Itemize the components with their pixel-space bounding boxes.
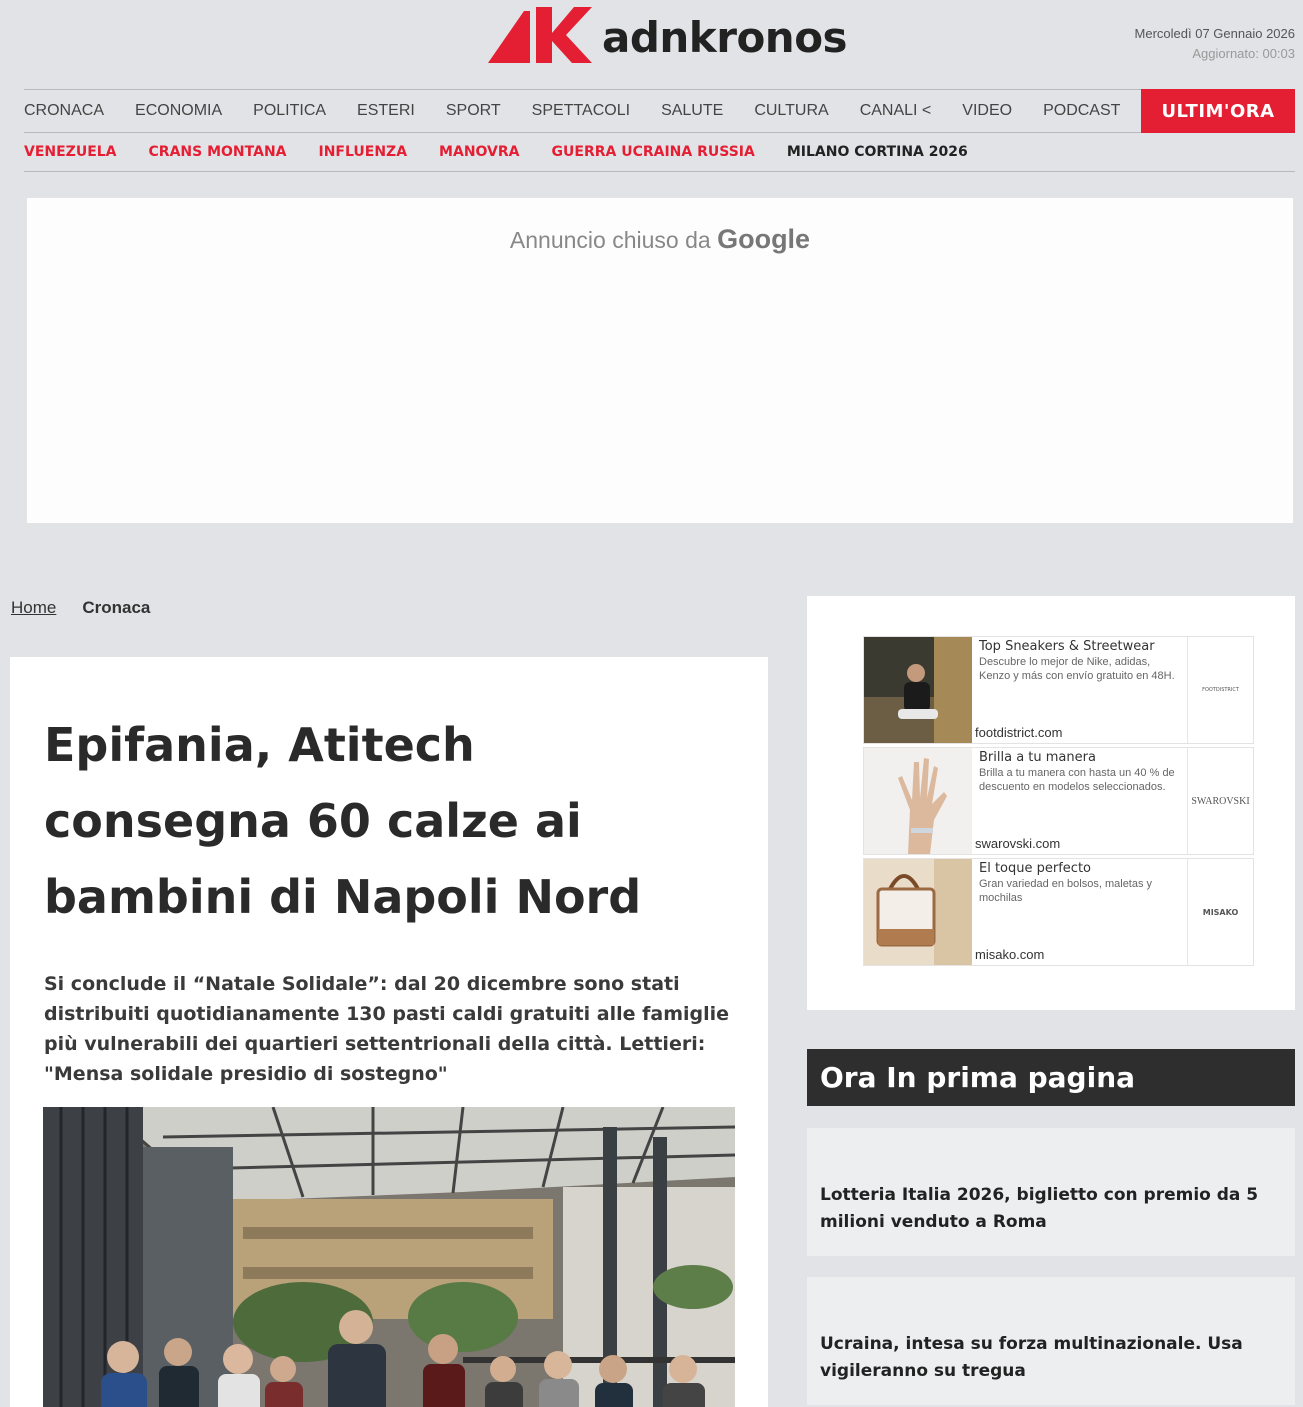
ad-banner-top: Annuncio chiuso da Google bbox=[26, 197, 1294, 524]
ad-brand-logo: FOOTDISTRICT bbox=[1187, 637, 1253, 743]
sponsored-ad-unit: Top Sneakers & Streetwear Descubre lo me… bbox=[863, 636, 1254, 966]
nav-item-politica[interactable]: POLITICA bbox=[253, 102, 326, 120]
nav-item-cronaca[interactable]: CRONACA bbox=[24, 102, 104, 120]
prima-pagina-item[interactable]: Ucraina, intesa su forza multinazionale.… bbox=[807, 1277, 1295, 1405]
current-date: Mercoledì 07 Gennaio 2026 bbox=[1134, 26, 1295, 41]
ad-brand-label: SWAROVSKI bbox=[1191, 795, 1250, 807]
sidebar-ad: Top Sneakers & Streetwear Descubre lo me… bbox=[807, 596, 1295, 1010]
topic-crans-montana[interactable]: CRANS MONTANA bbox=[149, 144, 287, 160]
article-card: Epifania, Atitech consegna 60 calze ai b… bbox=[10, 657, 768, 1407]
last-updated: Aggiornato: 00:03 bbox=[1192, 46, 1295, 61]
nav-item-salute[interactable]: SALUTE bbox=[661, 102, 723, 120]
prima-pagina-heading: Ora In prima pagina bbox=[807, 1049, 1295, 1106]
breadcrumb-current: Cronaca bbox=[82, 598, 151, 617]
article-photo-illustration bbox=[43, 1107, 735, 1407]
breadcrumb: Home Cronaca bbox=[11, 598, 150, 618]
ad-domain: misako.com bbox=[975, 947, 1045, 962]
topic-milano-cortina[interactable]: MILANO CORTINA 2026 bbox=[787, 144, 968, 160]
ad-item-misako[interactable]: El toque perfecto Gran variedad en bolso… bbox=[863, 858, 1254, 966]
ad-thumb-swarovski bbox=[864, 748, 972, 854]
ad-description: Descubre lo mejor de Nike, adidas, Kenzo… bbox=[979, 656, 1175, 682]
topic-manovra[interactable]: MANOVRA bbox=[439, 144, 519, 160]
ad-thumb-footdistrict bbox=[864, 637, 972, 743]
nav-item-spettacoli[interactable]: SPETTACOLI bbox=[532, 102, 630, 120]
ad-title: Top Sneakers & Streetwear bbox=[979, 639, 1155, 654]
adnkronos-logo-mark-icon bbox=[488, 7, 592, 63]
ad-brand-logo: SWAROVSKI bbox=[1187, 748, 1253, 854]
nav-item-podcast[interactable]: PODCAST bbox=[1043, 102, 1120, 120]
ad-closed-message: Annuncio chiuso da Google bbox=[27, 224, 1293, 255]
topics-nav: VENEZUELA CRANS MONTANA INFLUENZA MANOVR… bbox=[24, 133, 1295, 172]
google-wordmark: Google bbox=[717, 224, 811, 254]
nav-item-sport[interactable]: SPORT bbox=[446, 102, 501, 120]
prima-pagina-item-title[interactable]: Lotteria Italia 2026, biglietto con prem… bbox=[820, 1182, 1260, 1236]
main-nav: CRONACA ECONOMIA POLITICA ESTERI SPORT S… bbox=[24, 89, 1295, 133]
ad-closed-text: Annuncio chiuso da bbox=[509, 227, 711, 253]
topic-influenza[interactable]: INFLUENZA bbox=[319, 144, 408, 160]
main-nav-items: CRONACA ECONOMIA POLITICA ESTERI SPORT S… bbox=[24, 90, 1151, 132]
ad-description: Brilla a tu manera con hasta un 40 % de … bbox=[979, 767, 1175, 793]
date-info: Mercoledì 07 Gennaio 2026 Aggiornato: 00… bbox=[1135, 24, 1295, 64]
topic-venezuela[interactable]: VENEZUELA bbox=[24, 144, 117, 160]
nav-item-video[interactable]: VIDEO bbox=[962, 102, 1012, 120]
nav-item-economia[interactable]: ECONOMIA bbox=[135, 102, 222, 120]
nav-item-esteri[interactable]: ESTERI bbox=[357, 102, 415, 120]
logo-wordmark: adnkronos bbox=[602, 12, 848, 62]
topic-guerra-ucraina-russia[interactable]: GUERRA UCRAINA RUSSIA bbox=[552, 144, 755, 160]
ad-brand-label: MISAKO bbox=[1202, 907, 1239, 917]
article-headline: Epifania, Atitech consegna 60 calze ai b… bbox=[44, 718, 642, 924]
ultim-ora-button[interactable]: ULTIM'ORA bbox=[1141, 89, 1295, 133]
ad-domain: footdistrict.com bbox=[975, 725, 1063, 740]
ad-title: El toque perfecto bbox=[979, 861, 1091, 876]
ad-domain: swarovski.com bbox=[975, 836, 1061, 851]
article-subheading: Si conclude il “Natale Solidale”: dal 20… bbox=[44, 973, 730, 1085]
site-header: adnkronos Mercoledì 07 Gennaio 2026 Aggi… bbox=[10, 6, 1295, 86]
prima-pagina-item[interactable]: Lotteria Italia 2026, biglietto con prem… bbox=[807, 1128, 1295, 1256]
ad-brand-logo: MISAKO bbox=[1187, 859, 1253, 965]
nav-item-canali[interactable]: CANALI < bbox=[860, 102, 932, 120]
ad-thumb-misako bbox=[864, 859, 972, 965]
prima-pagina-item-title[interactable]: Ucraina, intesa su forza multinazionale.… bbox=[820, 1331, 1260, 1385]
article-photo[interactable] bbox=[43, 1107, 735, 1407]
ad-title: Brilla a tu manera bbox=[979, 750, 1096, 765]
ad-item-swarovski[interactable]: Brilla a tu manera Brilla a tu manera co… bbox=[863, 747, 1254, 855]
ad-description: Gran variedad en bolsos, maletas y mochi… bbox=[979, 878, 1153, 904]
nav-item-cultura[interactable]: CULTURA bbox=[754, 102, 828, 120]
ad-brand-label: FOOTDISTRICT bbox=[1202, 687, 1239, 693]
breadcrumb-home-link[interactable]: Home bbox=[11, 598, 56, 618]
ad-item-footdistrict[interactable]: Top Sneakers & Streetwear Descubre lo me… bbox=[863, 636, 1254, 744]
adnkronos-logo[interactable]: adnkronos bbox=[488, 6, 848, 68]
